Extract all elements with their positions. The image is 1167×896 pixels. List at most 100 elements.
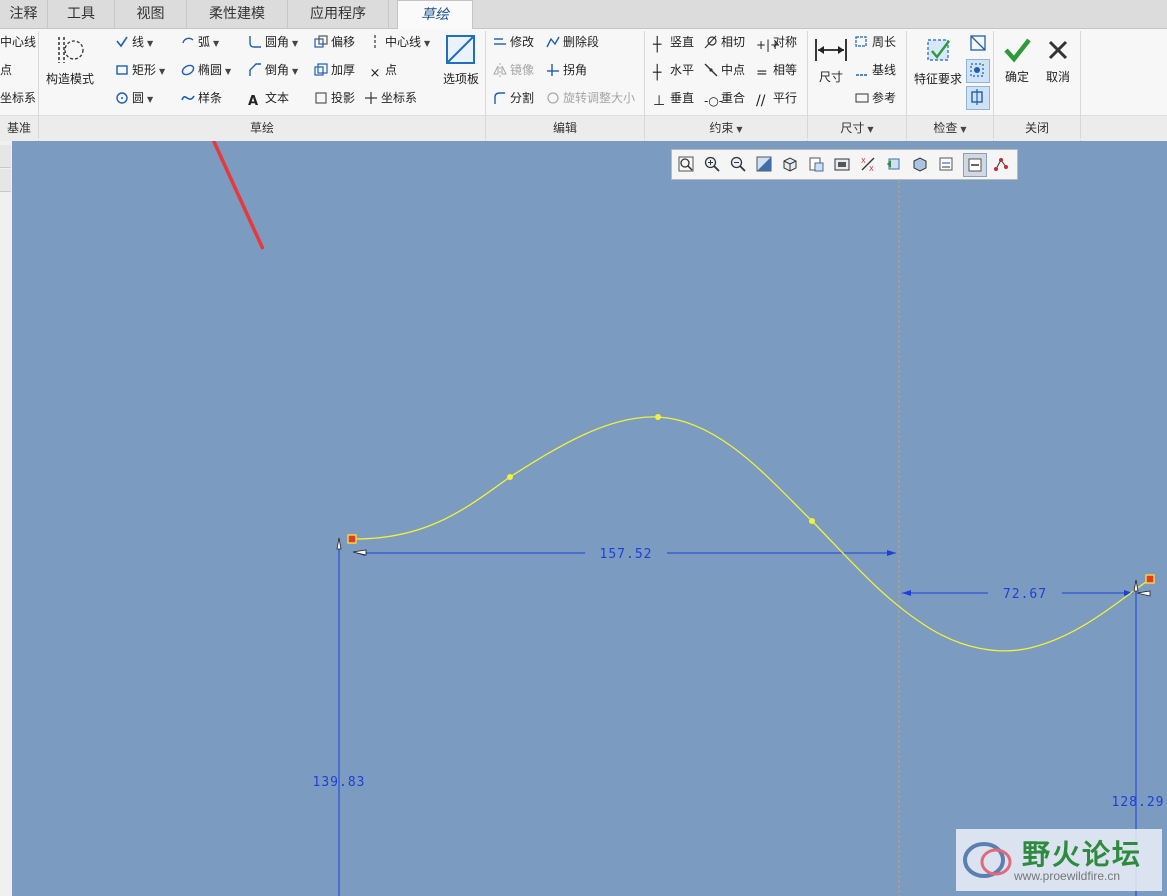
vertical-constraint-button[interactable]: ┼ 竖直 bbox=[653, 32, 694, 52]
tab-annotate[interactable]: 注释 bbox=[0, 0, 48, 28]
group-label-sketch: 草绘 bbox=[39, 115, 485, 141]
tab-flexible-modeling[interactable]: 柔性建模 bbox=[187, 0, 288, 28]
display-style-icon[interactable] bbox=[781, 155, 799, 173]
dimension-72[interactable]: 72.67 bbox=[1003, 587, 1047, 602]
dimension-button[interactable]: 尺寸 bbox=[812, 35, 850, 85]
refit-icon[interactable] bbox=[677, 155, 695, 173]
arc-button[interactable]: 弧 ▼ bbox=[181, 32, 219, 52]
sketch-canvas[interactable]: 157.52 72.67 139.83 128.29 bbox=[12, 141, 1167, 896]
offset-icon bbox=[314, 35, 328, 48]
perimeter-button[interactable]: 周长 bbox=[855, 32, 896, 52]
modify-button[interactable]: 修改 bbox=[493, 32, 534, 52]
modify-icon bbox=[494, 38, 506, 45]
repaint-icon[interactable] bbox=[755, 155, 773, 173]
dimension-139[interactable]: 139.83 bbox=[313, 775, 366, 790]
vertical-constraint-icon: ┼ bbox=[653, 37, 662, 53]
equal-constraint-button[interactable]: = 相等 bbox=[756, 60, 797, 80]
sketch-view-icon[interactable] bbox=[911, 155, 929, 173]
datum-csys-button[interactable]: 坐标系 bbox=[0, 88, 36, 108]
highlight-open-ends-button[interactable] bbox=[966, 86, 990, 110]
palette-button[interactable]: 选项板 bbox=[438, 33, 484, 87]
spline-start-point[interactable] bbox=[347, 534, 357, 544]
construction-mode-button[interactable]: 构造模式 bbox=[42, 33, 98, 87]
coincident-constraint-button[interactable]: -○-重合 bbox=[704, 88, 745, 108]
dimension-157[interactable]: 157.52 bbox=[600, 547, 653, 562]
chamfer-icon bbox=[249, 63, 261, 76]
graphics-toolbar: XX bbox=[671, 149, 1018, 180]
delete-segment-button[interactable]: 删除段 bbox=[546, 32, 599, 52]
rectangle-icon bbox=[116, 65, 128, 75]
mirror-button[interactable]: 镜像 bbox=[493, 60, 534, 80]
datum-display-icon[interactable]: XX bbox=[859, 155, 877, 173]
overlap-geometry-button[interactable] bbox=[968, 33, 990, 53]
tab-sketch[interactable]: 草绘 bbox=[397, 0, 473, 30]
perpendicular-constraint-button[interactable]: ⊥ 垂直 bbox=[653, 88, 694, 108]
tab-view[interactable]: 视图 bbox=[115, 0, 187, 28]
zoom-out-icon[interactable] bbox=[729, 155, 747, 173]
datum-point-button[interactable]: 点 bbox=[0, 60, 12, 80]
cancel-button[interactable]: 取消 bbox=[1038, 35, 1078, 85]
ellipse-button[interactable]: 椭圆 ▼ bbox=[181, 60, 231, 80]
spline-interpolation-point[interactable] bbox=[507, 474, 513, 480]
group-label-dimension[interactable]: 尺寸 ▼ bbox=[808, 115, 906, 141]
baseline-button[interactable]: 基线 bbox=[855, 60, 896, 80]
model-tree-tab[interactable] bbox=[0, 145, 11, 168]
thicken-button[interactable]: 加厚 bbox=[314, 60, 355, 80]
midpoint-constraint-button[interactable]: 中点 bbox=[704, 60, 745, 80]
shade-closed-loops-button[interactable] bbox=[966, 59, 990, 83]
forum-watermark: 野火论坛 www.proewildfire.cn bbox=[956, 829, 1162, 891]
tangent-constraint-button[interactable]: 相切 bbox=[704, 32, 745, 52]
horizontal-constraint-button[interactable]: ┼ 水平 bbox=[653, 60, 694, 80]
group-label-close: 关闭 bbox=[994, 115, 1080, 141]
feature-requirements-button[interactable]: 特征要求 bbox=[912, 35, 964, 87]
sketch-point-button[interactable]: × 点 bbox=[368, 60, 397, 81]
text-button[interactable]: A 文本 bbox=[248, 88, 289, 109]
thicken-icon bbox=[314, 63, 328, 76]
line-button[interactable]: 线 ▼ bbox=[115, 32, 153, 52]
spline-interpolation-point[interactable] bbox=[655, 414, 661, 420]
ok-label: 确定 bbox=[1004, 70, 1029, 84]
offset-button[interactable]: 偏移 bbox=[314, 32, 355, 52]
palette-icon bbox=[446, 35, 475, 64]
folder-browser-tab[interactable] bbox=[0, 169, 11, 192]
datum-centerline-button[interactable]: 中心线 bbox=[0, 32, 36, 52]
project-button[interactable]: 投影 bbox=[314, 88, 355, 108]
sketch-centerline-button[interactable]: 中心线 ▼ bbox=[368, 32, 430, 52]
display-constraints-toggle[interactable] bbox=[963, 153, 987, 177]
group-label-constraint[interactable]: 约束 ▼ bbox=[645, 115, 807, 141]
annotation-display-icon[interactable] bbox=[885, 155, 903, 173]
point-icon: × bbox=[369, 66, 381, 81]
fillet-button[interactable]: 圆角 ▼ bbox=[248, 32, 298, 52]
highlight-open-ends-icon bbox=[971, 89, 983, 105]
tab-applications[interactable]: 应用程序 bbox=[288, 0, 389, 28]
corner-button[interactable]: 拐角 bbox=[546, 60, 587, 80]
spline-button[interactable]: 样条 bbox=[181, 88, 222, 108]
view-manager-icon[interactable] bbox=[833, 155, 851, 173]
display-vertices-icon[interactable] bbox=[992, 155, 1010, 173]
symmetric-constraint-button[interactable]: +|+对称 bbox=[756, 32, 797, 52]
spline-interpolation-point[interactable] bbox=[809, 518, 815, 524]
shade-closed-loops-icon bbox=[970, 63, 984, 77]
dimension-128[interactable]: 128.29 bbox=[1112, 795, 1165, 810]
ok-button[interactable]: 确定 bbox=[997, 35, 1037, 85]
svg-text:X: X bbox=[869, 165, 874, 173]
midpoint-constraint-icon bbox=[704, 63, 718, 77]
group-label-inspect[interactable]: 检查 ▼ bbox=[907, 115, 993, 141]
circle-button[interactable]: 圆 ▼ bbox=[115, 88, 153, 108]
spline-end-point[interactable] bbox=[1145, 574, 1155, 584]
display-constraints-icon bbox=[968, 158, 982, 172]
tab-tools[interactable]: 工具 bbox=[48, 0, 115, 28]
rotate-resize-button[interactable]: 旋转调整大小 bbox=[546, 88, 635, 108]
zoom-in-icon[interactable] bbox=[703, 155, 721, 173]
display-dimensions-icon[interactable] bbox=[937, 155, 955, 173]
parallel-constraint-button[interactable]: //平行 bbox=[756, 88, 797, 108]
chamfer-button[interactable]: 倒角 ▼ bbox=[248, 60, 298, 80]
sketch-csys-button[interactable]: 坐标系 bbox=[364, 88, 417, 108]
rectangle-button[interactable]: 矩形 ▼ bbox=[115, 60, 165, 80]
perimeter-icon bbox=[855, 36, 867, 47]
reference-button[interactable]: 参考 bbox=[855, 88, 896, 108]
cancel-label: 取消 bbox=[1045, 70, 1070, 84]
construction-mode-label: 构造模式 bbox=[45, 72, 94, 86]
divide-button[interactable]: 分割 bbox=[493, 88, 534, 108]
saved-orientations-icon[interactable] bbox=[807, 155, 825, 173]
